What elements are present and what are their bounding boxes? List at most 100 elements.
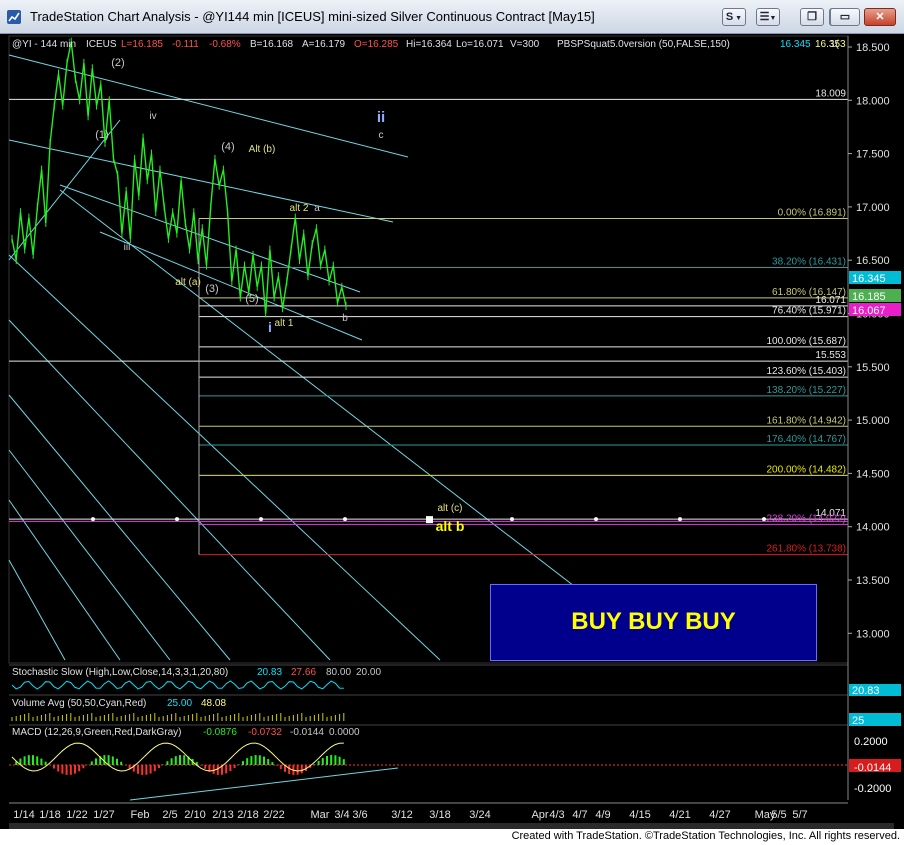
level-label-10: 161.80% (14.942) bbox=[766, 415, 846, 426]
header-high: Hi=16.364 bbox=[406, 39, 452, 50]
tradestation-app-icon bbox=[7, 10, 21, 24]
header-change: -0.111 bbox=[172, 39, 199, 50]
level-dot-0 bbox=[91, 517, 95, 522]
price-tag-label-1: 16.185 bbox=[852, 291, 886, 303]
date-tick-12: 3/6 bbox=[352, 809, 367, 821]
date-tick-1: 1/18 bbox=[39, 809, 60, 821]
header-ask: A=16.179 bbox=[302, 39, 346, 50]
volume-value-1: 48.08 bbox=[201, 698, 226, 709]
stoch-value-1: 27.66 bbox=[291, 667, 316, 678]
restore-icon: ❐ bbox=[807, 11, 817, 23]
stoch-value-3: 20.00 bbox=[356, 667, 381, 678]
stoch-value-2: 80.00 bbox=[326, 667, 351, 678]
price-pane-border bbox=[8, 35, 849, 664]
axes: 18.50018.00017.50017.00016.50016.00015.5… bbox=[9, 36, 901, 829]
level-dot-7 bbox=[678, 517, 682, 522]
price-pane[interactable]: 18.0090.00% (16.891)38.20% (16.431)61.80… bbox=[8, 35, 849, 664]
level-dot-8 bbox=[762, 517, 766, 522]
level-label-15: 261.80% (13.738) bbox=[766, 544, 846, 555]
level-label-7: 15.553 bbox=[815, 350, 846, 361]
channel-line-3 bbox=[99, 231, 363, 341]
alt-c-marker bbox=[426, 516, 433, 524]
level-dot-6 bbox=[594, 517, 598, 522]
level-label-8: 123.60% (15.403) bbox=[766, 366, 846, 377]
header-symbol: @YI - 144 min bbox=[12, 39, 76, 50]
price-tick-label-0: 18.500 bbox=[856, 42, 890, 54]
date-tick-6: 2/10 bbox=[184, 809, 205, 821]
wave-label-15: c bbox=[379, 130, 384, 141]
date-tick-8: 2/18 bbox=[237, 809, 258, 821]
wave-label-5: Alt (b) bbox=[249, 144, 276, 155]
level-label-6: 100.00% (15.687) bbox=[766, 336, 846, 347]
channel-line-9 bbox=[8, 499, 121, 661]
close-button[interactable]: ✕ bbox=[864, 8, 896, 26]
level-dot-2 bbox=[259, 517, 263, 522]
wave-label-8: (5) bbox=[245, 293, 258, 305]
wave-label-11: alt 2 bbox=[290, 203, 309, 214]
menu-dropdown-button[interactable]: ☰▼ bbox=[756, 8, 780, 26]
channel-line-10 bbox=[8, 559, 66, 661]
window-title: TradeStation Chart Analysis - @YI144 min… bbox=[30, 9, 595, 24]
date-tick-10: Mar bbox=[311, 809, 330, 821]
header-ind-v1: 16.345 bbox=[780, 39, 811, 50]
header-bid: B=16.168 bbox=[250, 39, 294, 50]
price-tick-label-6: 15.500 bbox=[856, 362, 890, 374]
date-tick-16: Apr bbox=[531, 809, 548, 821]
price-tick-label-3: 17.000 bbox=[856, 202, 890, 214]
wave-label-13: b bbox=[342, 313, 348, 324]
date-tick-3: 1/27 bbox=[93, 809, 114, 821]
channel-line-6 bbox=[8, 319, 331, 661]
date-tick-17: 4/3 bbox=[549, 809, 564, 821]
price-tick-label-2: 17.500 bbox=[856, 149, 890, 161]
date-tick-21: 4/21 bbox=[669, 809, 690, 821]
level-label-4: 16.071 bbox=[815, 295, 846, 306]
channel-line-1 bbox=[8, 139, 394, 223]
s-dropdown-button[interactable]: S ▼ bbox=[722, 8, 746, 26]
date-tick-14: 3/18 bbox=[429, 809, 450, 821]
level-label-0: 18.009 bbox=[815, 88, 846, 99]
wave-label-12: a bbox=[314, 203, 320, 214]
maximize-button[interactable]: ▭ bbox=[830, 8, 860, 26]
header-last: L=16.185 bbox=[121, 39, 163, 50]
level-dot-3 bbox=[343, 517, 347, 522]
copyright-text: Created with TradeStation. ©TradeStation… bbox=[511, 830, 900, 842]
header-pct-change: -0.68% bbox=[209, 39, 241, 50]
chart-area[interactable]: 18.0090.00% (16.891)38.20% (16.431)61.80… bbox=[0, 34, 904, 829]
macd-title: MACD (12,26,9,Green,Red,DarkGray) bbox=[12, 727, 182, 738]
header-open: O=16.285 bbox=[354, 39, 399, 50]
date-tick-18: 4/7 bbox=[572, 809, 587, 821]
date-tick-24: 5/5 bbox=[771, 809, 786, 821]
restore-button[interactable]: ❐ bbox=[800, 8, 824, 26]
macd-value-2: -0.0144 bbox=[290, 727, 324, 738]
level-label-9: 138.20% (15.227) bbox=[766, 385, 846, 396]
volume-value-0: 25.00 bbox=[167, 698, 192, 709]
level-label-2: 38.20% (16.431) bbox=[772, 257, 846, 268]
price-tag-label-2: 16.067 bbox=[852, 305, 886, 317]
macd-trendline bbox=[129, 767, 399, 801]
date-tick-9: 2/22 bbox=[263, 809, 284, 821]
footer: Created with TradeStation. ©TradeStation… bbox=[0, 829, 904, 845]
channel-line-0 bbox=[8, 54, 409, 158]
header-low: Lo=16.071 bbox=[456, 39, 504, 50]
level-label-12: 200.00% (14.482) bbox=[766, 464, 846, 475]
wave-label-16: alt (c) bbox=[438, 503, 463, 514]
level-label-1: 0.00% (16.891) bbox=[778, 208, 846, 219]
wave-label-10: alt 1 bbox=[275, 318, 294, 329]
date-tick-5: 2/5 bbox=[162, 809, 177, 821]
maximize-icon: ▭ bbox=[839, 11, 851, 23]
dropdown-arrow-icon: ▼ bbox=[769, 15, 777, 22]
wave-label-14: ii bbox=[377, 109, 385, 126]
date-tick-19: 4/9 bbox=[595, 809, 610, 821]
close-icon: ✕ bbox=[875, 11, 885, 23]
level-label-11: 176.40% (14.767) bbox=[766, 434, 846, 445]
stoch-axis-tag-label: 20.83 bbox=[852, 685, 880, 697]
channel-line-7 bbox=[8, 394, 231, 661]
price-tick-label-10: 13.500 bbox=[856, 575, 890, 587]
macd-value-1: -0.0732 bbox=[248, 727, 282, 738]
price-tick-label-11: 13.000 bbox=[856, 628, 890, 640]
list-icon: ☰ bbox=[759, 11, 770, 23]
dropdown-arrow-icon: ▼ bbox=[733, 15, 743, 22]
date-tick-4: Feb bbox=[131, 809, 150, 821]
date-tick-22: 4/27 bbox=[709, 809, 730, 821]
macd-axis-label-0: 0.2000 bbox=[854, 736, 888, 748]
